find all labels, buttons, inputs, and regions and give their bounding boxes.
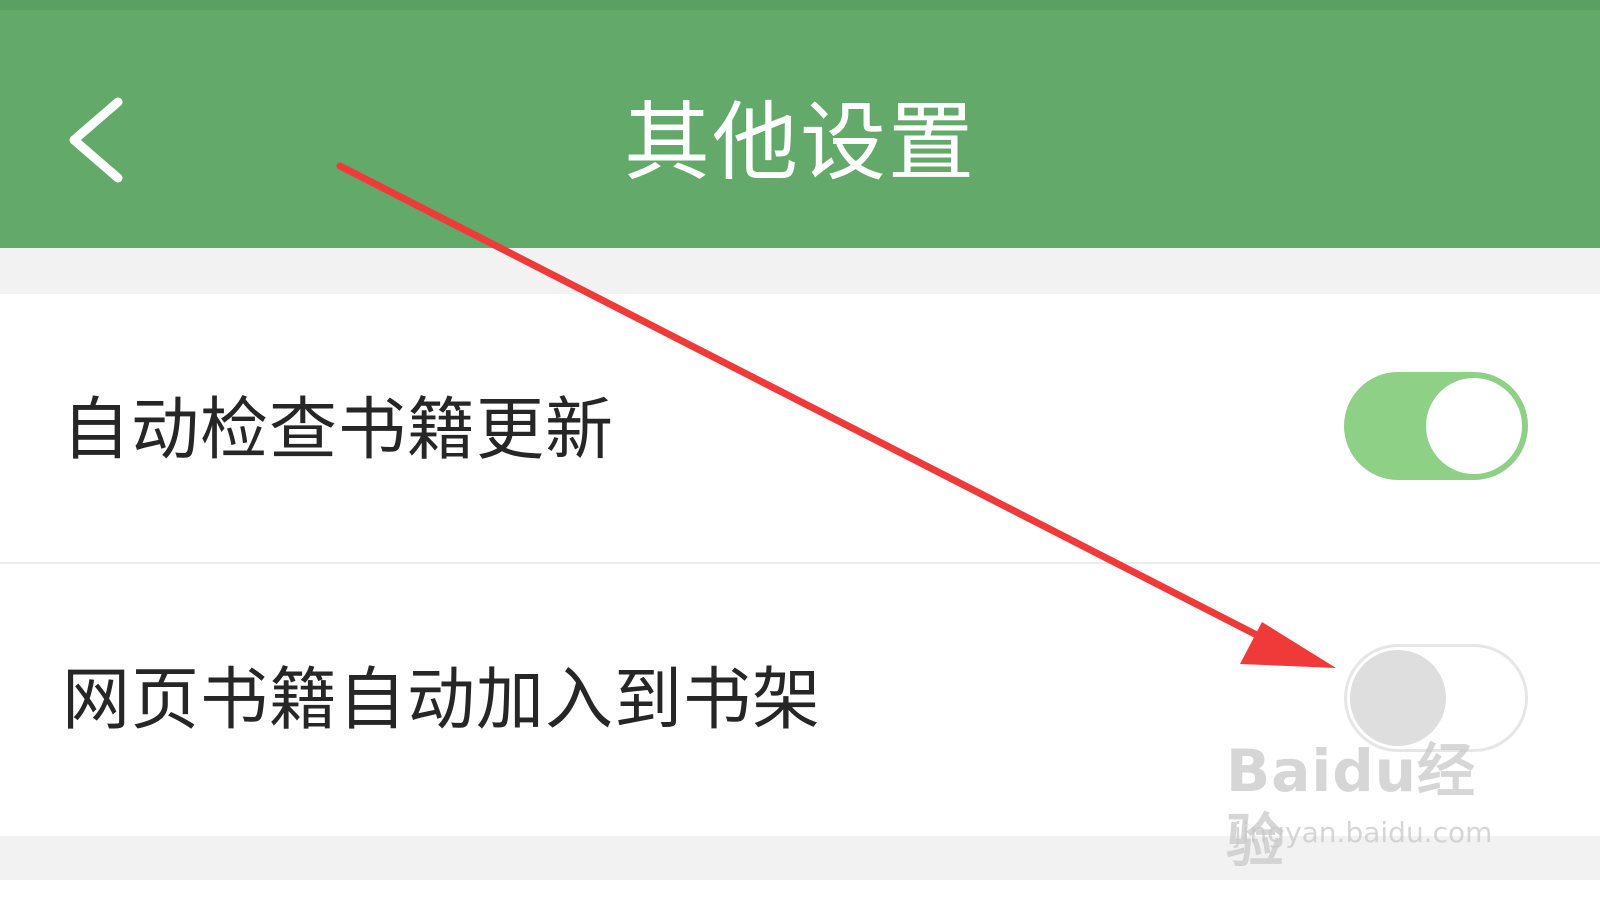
baidu-watermark: Baidu经验 jingyan.baidu.com xyxy=(1226,736,1526,875)
watermark-url: jingyan.baidu.com xyxy=(1234,816,1493,849)
setting-label: 自动检查书籍更新 xyxy=(62,391,615,470)
auto-check-updates-toggle[interactable] xyxy=(1344,372,1528,480)
setting-label: 网页书籍自动加入到书架 xyxy=(62,661,822,740)
watermark-logo: Baidu经验 xyxy=(1226,737,1477,875)
toggle-knob xyxy=(1426,378,1522,474)
app-header: 其他设置 xyxy=(0,0,1600,248)
next-settings-card xyxy=(0,880,1600,900)
status-bar xyxy=(0,0,1600,10)
toggle-knob xyxy=(1350,650,1446,746)
setting-row-auto-check-updates[interactable]: 自动检查书籍更新 xyxy=(0,294,1600,562)
page-title: 其他设置 xyxy=(624,93,976,193)
